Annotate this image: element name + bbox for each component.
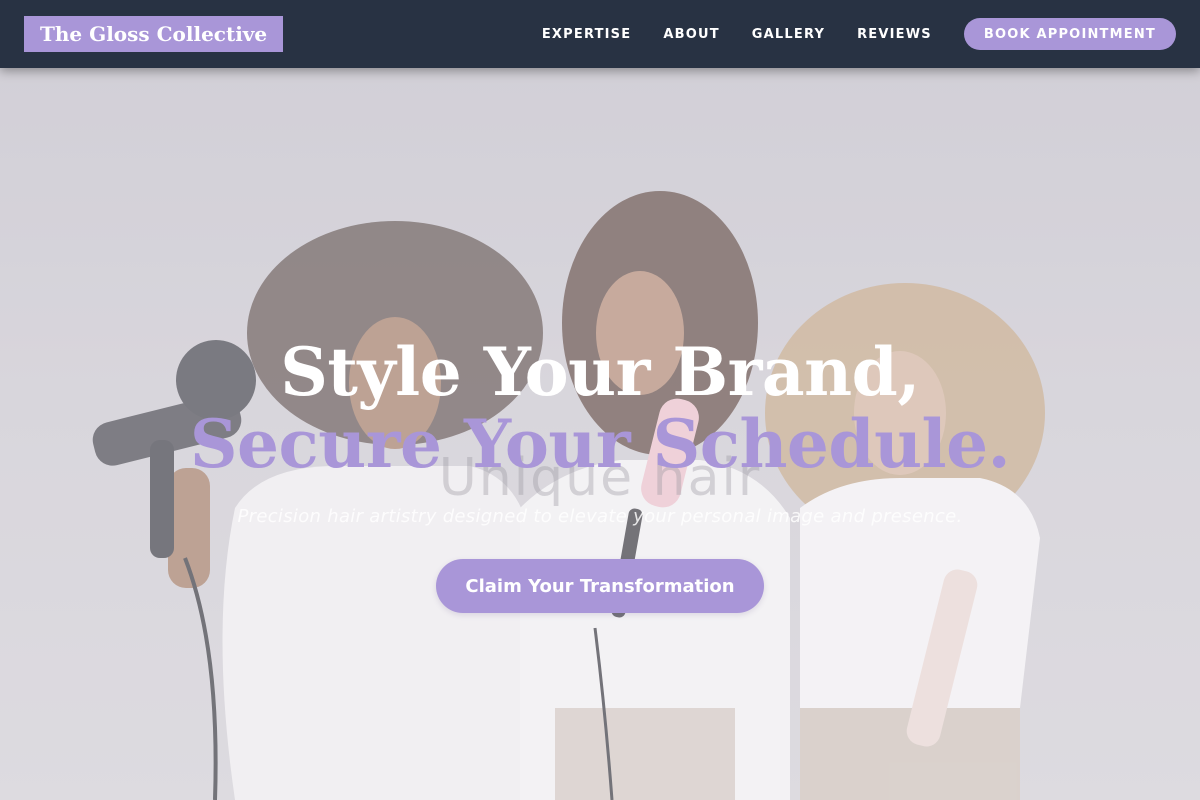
nav-link-reviews[interactable]: REVIEWS (857, 27, 932, 42)
book-appointment-button[interactable]: BOOK APPOINTMENT (963, 18, 1176, 50)
nav-link-gallery[interactable]: GALLERY (752, 27, 825, 42)
hero-headline: Style Your Brand, (280, 333, 920, 411)
hero-subheadline: Precision hair artistry designed to elev… (237, 506, 963, 527)
site-logo[interactable]: The Gloss Collective (24, 16, 284, 52)
main-nav: EXPERTISE ABOUT GALLERY REVIEWS BOOK APP… (542, 18, 1176, 50)
hero-section: Unique hair Style Your Brand, Secure You… (0, 68, 1200, 800)
claim-transformation-button[interactable]: Claim Your Transformation (436, 559, 764, 613)
hero-headline-accent: Secure Your Schedule. (189, 405, 1011, 483)
site-header: The Gloss Collective EXPERTISE ABOUT GAL… (0, 0, 1200, 68)
nav-link-about[interactable]: ABOUT (663, 27, 719, 42)
nav-link-expertise[interactable]: EXPERTISE (542, 27, 632, 42)
